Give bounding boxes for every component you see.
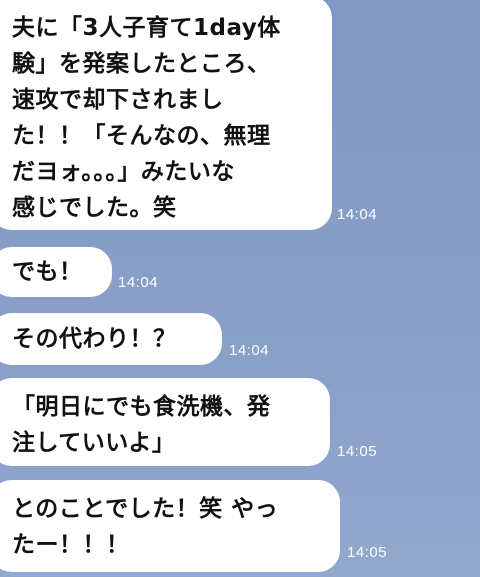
message-timestamp: 14:05 — [337, 443, 378, 460]
message-bubble[interactable]: 夫に「3人子育て1day体 験」を発案したところ、 速攻で却下されまし た！！「… — [0, 0, 332, 230]
message-timestamp: 14:04 — [229, 342, 270, 359]
message-bubble[interactable]: その代わり！？ — [0, 313, 222, 365]
chat-thread: 夫に「3人子育て1day体 験」を発案したところ、 速攻で却下されまし た！！「… — [0, 0, 480, 577]
message-bubble[interactable]: でも！ — [0, 247, 112, 297]
message-timestamp: 14:04 — [118, 274, 159, 291]
message-timestamp: 14:05 — [347, 544, 388, 561]
message-bubble[interactable]: とのことでした！笑 やっ たー！！！ — [0, 480, 340, 572]
message-bubble[interactable]: 「明日にでも食洗機、発 注していいよ」 — [0, 378, 330, 466]
message-timestamp: 14:04 — [337, 206, 378, 223]
